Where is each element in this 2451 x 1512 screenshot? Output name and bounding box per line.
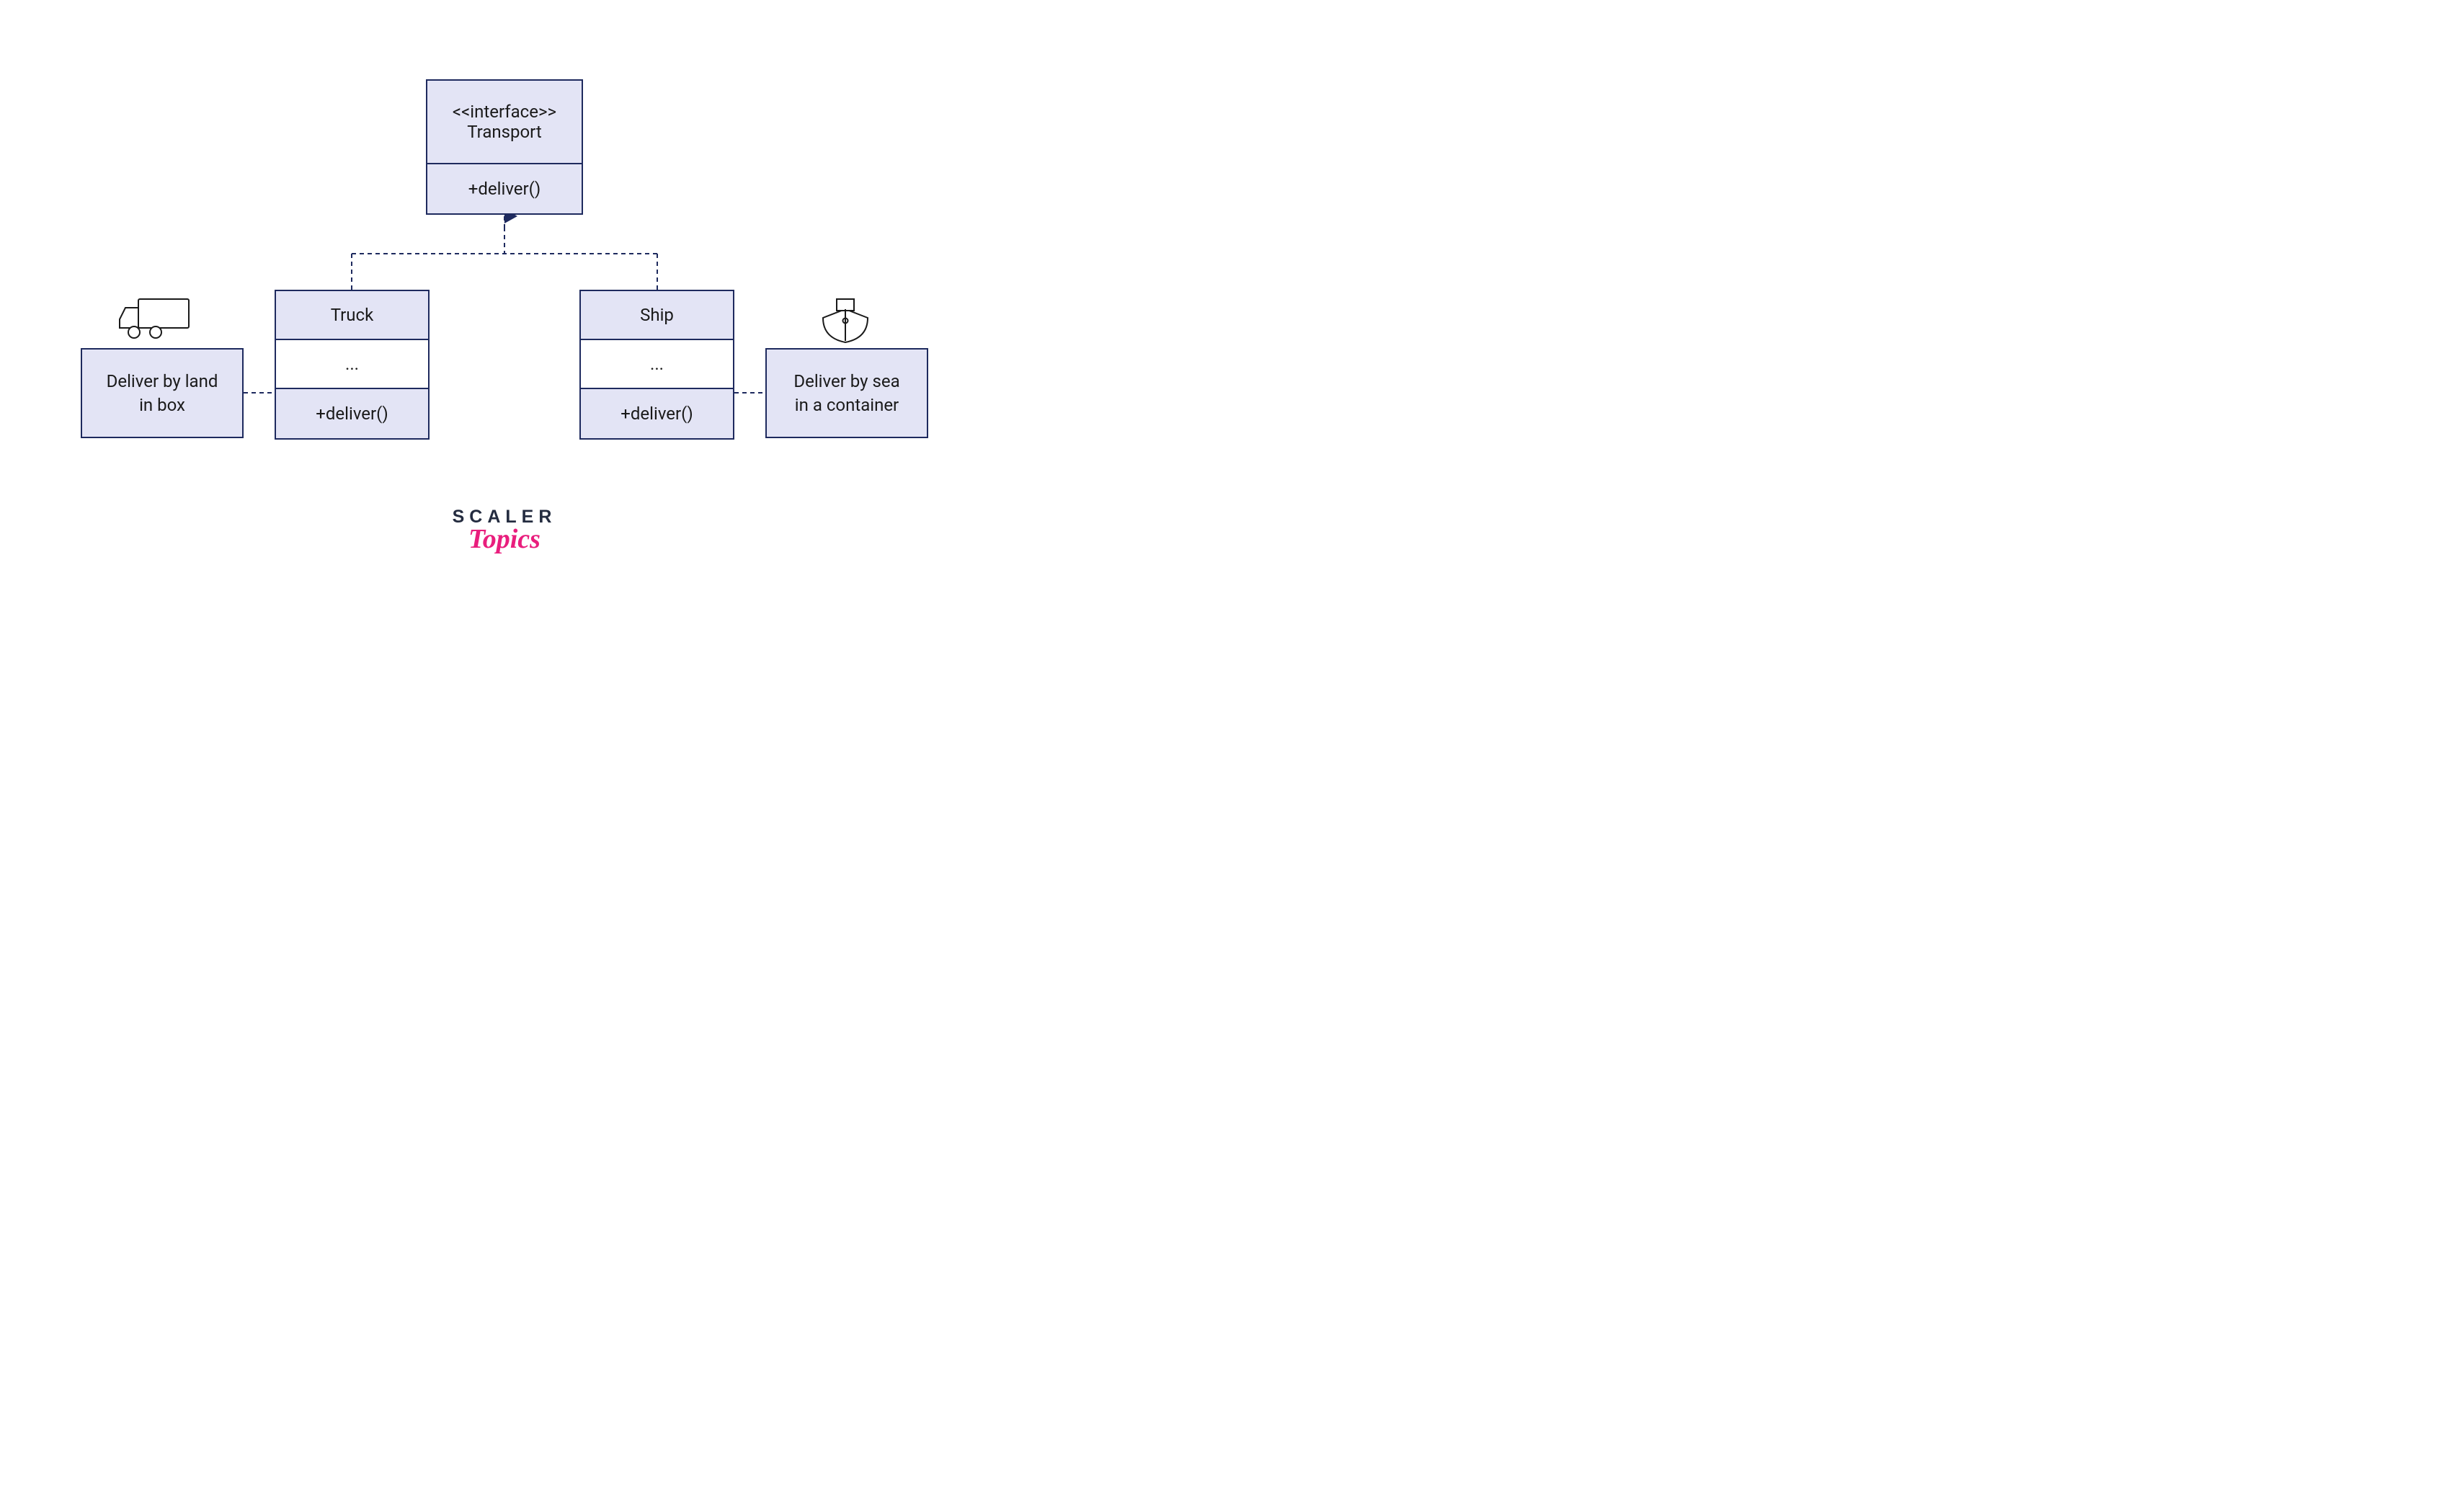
interface-method: +deliver() — [427, 164, 582, 213]
truck-icon — [117, 296, 195, 345]
ship-note: Deliver by sea in a container — [765, 348, 928, 438]
ship-attributes: ... — [581, 340, 733, 389]
ship-note-line2: in a container — [795, 393, 899, 417]
logo-bottom: Topics — [453, 523, 557, 555]
truck-method: +deliver() — [276, 389, 428, 438]
ship-name: Ship — [581, 291, 733, 340]
truck-name: Truck — [276, 291, 428, 340]
ship-note-line1: Deliver by sea — [793, 370, 899, 393]
interface-transport: <<interface>> Transport +deliver() — [426, 79, 583, 215]
truck-attributes: ... — [276, 340, 428, 389]
interface-stereotype: <<interface>> — [453, 102, 556, 122]
class-ship: Ship ... +deliver() — [579, 290, 734, 440]
truck-note-line1: Deliver by land — [107, 370, 218, 393]
interface-header: <<interface>> Transport — [427, 81, 582, 164]
interface-name: Transport — [467, 122, 542, 142]
truck-note: Deliver by land in box — [81, 348, 244, 438]
truck-note-line2: in box — [139, 393, 185, 417]
ship-method: +deliver() — [581, 389, 733, 438]
ship-icon — [817, 296, 873, 350]
class-truck: Truck ... +deliver() — [275, 290, 430, 440]
scaler-topics-logo: SCALER Topics — [453, 507, 557, 555]
